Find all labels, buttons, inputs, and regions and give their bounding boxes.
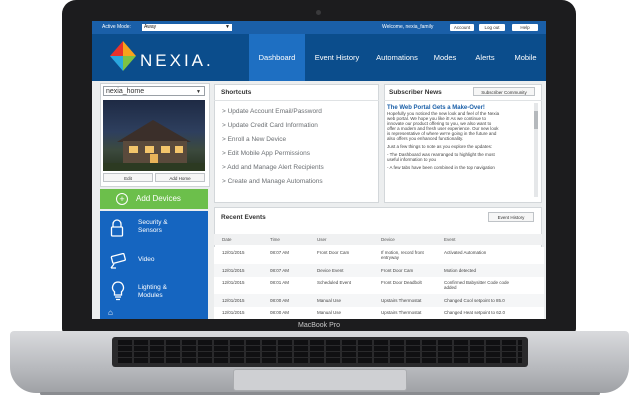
cell-event: Changed Heat setpoint to 62.0: [444, 310, 506, 315]
help-button[interactable]: Help: [512, 24, 538, 31]
shortcuts-title: Shortcuts: [221, 89, 252, 96]
cell-user: Scheduled Event: [317, 280, 352, 285]
add-devices-button[interactable]: + Add Devices: [100, 189, 208, 209]
cell-user: Device Event: [317, 268, 344, 273]
cell-date: 12/01/2015: [222, 280, 245, 285]
add-devices-label: Add Devices: [136, 194, 181, 203]
nav-dashboard[interactable]: Dashboard: [249, 34, 305, 81]
cell-date: 12/01/2015: [222, 268, 245, 273]
column-header-time: Time: [270, 237, 280, 242]
logo-wordmark: NEXIA: [140, 51, 207, 70]
cell-date: 12/01/2015: [222, 250, 245, 255]
event-history-button[interactable]: Event History: [488, 212, 534, 222]
news-text-line: also offers you enhanced functionality.: [387, 136, 464, 141]
account-button[interactable]: Account: [450, 24, 474, 31]
add-home-button[interactable]: Add Home: [155, 173, 205, 182]
home-photo: [103, 100, 205, 171]
active-mode-select[interactable]: Away ▼: [142, 24, 232, 31]
side-item-lighting-label-line1: Lighting &: [138, 284, 167, 291]
cell-time: 08:00 AM: [270, 298, 290, 303]
subscriber-news-title: Subscriber News: [389, 89, 442, 96]
cell-date: 12/01/2015: [222, 310, 245, 315]
active-mode-label: Active Mode:: [102, 24, 131, 30]
cell-event: Changed Cool setpoint to 85.0: [444, 298, 505, 303]
plus-icon: +: [116, 193, 128, 205]
chevron-down-icon: ▼: [225, 24, 230, 30]
trackpad: [233, 369, 407, 391]
active-mode-value: Away: [144, 24, 157, 30]
keyboard: [112, 337, 528, 367]
column-header-user: User: [317, 237, 327, 242]
cell-user: Manual Use: [317, 310, 342, 315]
column-header-date: Date: [222, 237, 232, 242]
cell-device: Upstairs Thermostat: [381, 298, 422, 303]
chevron-down-icon: ▼: [196, 89, 201, 95]
cell-user: Front Door Cam: [317, 250, 350, 255]
column-header-device: Device: [381, 237, 395, 242]
lightbulb-icon: [111, 281, 125, 301]
side-item-security[interactable]: Security & Sensors: [100, 217, 208, 249]
cell-time: 08:07 AM: [270, 268, 290, 273]
divider: [384, 100, 542, 101]
shortcut-link[interactable]: > Create and Manage Automations: [222, 178, 323, 185]
camera-icon: [110, 253, 126, 269]
news-text-line: useful information to you: [387, 157, 437, 162]
side-item-video-label: Video: [138, 256, 155, 263]
screen: Active Mode: Away ▼ Welcome, nexia_famil…: [92, 21, 546, 319]
welcome-text: Welcome, nexia_family: [382, 24, 434, 30]
side-item-security-label-line1: Security &: [138, 219, 168, 226]
news-scrollbar-thumb[interactable]: [534, 111, 538, 129]
shortcuts-card: [214, 84, 379, 203]
lock-icon: [110, 219, 124, 237]
column-header-event: Event: [444, 237, 456, 242]
laptop-model-label: MacBook Pro: [297, 322, 341, 329]
news-scrollbar[interactable]: [534, 103, 538, 197]
cell-user: Manual Use: [317, 298, 342, 303]
side-item-video[interactable]: Video: [100, 251, 208, 283]
subscriber-community-button[interactable]: Subscriber Community: [473, 87, 535, 96]
events-table-header: [214, 234, 542, 245]
cell-time: 08:01 AM: [270, 280, 290, 285]
cell-event: Activated Automation: [444, 250, 487, 255]
side-item-security-label-line2: Sensors: [138, 227, 162, 234]
home-select[interactable]: nexia_home ▼: [103, 86, 205, 96]
nav-mobile[interactable]: Mobile: [505, 34, 546, 81]
cell-device: Front Door Deadbolt: [381, 280, 422, 285]
cell-time: 08:00 AM: [270, 310, 290, 315]
shortcut-link[interactable]: > Enroll a New Device: [222, 136, 286, 143]
side-item-lighting-label-line2: Modules: [138, 292, 163, 299]
side-item-lighting[interactable]: Lighting & Modules: [100, 281, 208, 313]
edit-home-button[interactable]: Edit: [103, 173, 153, 182]
nexia-logo-text[interactable]: NEXIA.: [140, 51, 214, 71]
laptop-edge: [40, 392, 600, 395]
cell-time: 08:07 AM: [270, 250, 290, 255]
logo-dot: .: [206, 51, 214, 70]
nexia-logo-icon: [110, 41, 136, 71]
cell-event: Motion detected: [444, 268, 477, 273]
shortcut-link[interactable]: > Update Account Email/Password: [222, 108, 322, 115]
table-row[interactable]: [214, 247, 544, 265]
news-content: The Web Portal Gets a Make-Over! Hopeful…: [387, 102, 533, 198]
cell-date: 12/01/2015: [222, 298, 245, 303]
table-row[interactable]: [214, 264, 544, 278]
recent-events-title: Recent Events: [221, 214, 266, 221]
nav-event-history[interactable]: Event History: [305, 34, 369, 81]
news-text-line: - A few tabs have been combined in the t…: [387, 165, 495, 170]
logout-button[interactable]: Log out: [479, 24, 505, 31]
shortcut-link[interactable]: > Add and Manage Alert Recipients: [222, 164, 324, 171]
home-select-value: nexia_home: [106, 88, 145, 95]
nav-automations[interactable]: Automations: [369, 34, 425, 81]
nav-modes[interactable]: Modes: [425, 34, 465, 81]
lock-icon: ⌂: [108, 308, 113, 317]
cell-event: Confirmed Babysitter Code code added: [444, 280, 510, 290]
nav-alerts[interactable]: Alerts: [465, 34, 505, 81]
cell-device: Front Door Cam: [381, 268, 414, 273]
cell-device: Upstairs Thermostat: [381, 310, 422, 315]
news-text-line: Just a few things to note as you explore…: [387, 144, 493, 149]
shortcut-link[interactable]: > Update Credit Card Information: [222, 122, 318, 129]
cell-device: If motion, record front entryway: [381, 250, 424, 260]
webcam-icon: [316, 10, 321, 15]
divider: [214, 100, 379, 101]
shortcut-link[interactable]: > Edit Mobile App Permissions: [222, 150, 310, 157]
